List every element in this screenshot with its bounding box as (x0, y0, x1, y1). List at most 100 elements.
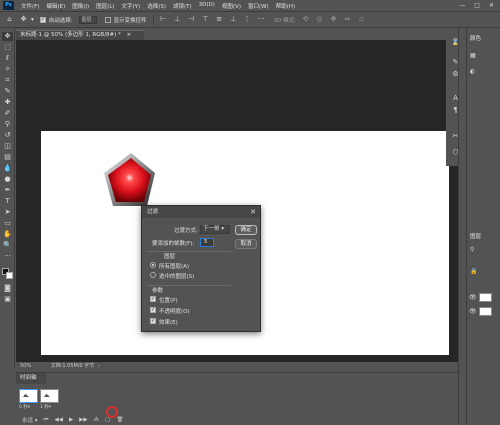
blur-tool-icon[interactable]: 💧 (2, 164, 13, 173)
menu-3d[interactable]: 3D(D) (199, 2, 215, 10)
adjust-icon[interactable]: ◐ (470, 68, 475, 75)
frame-duration[interactable]: 1 秒▾ (40, 404, 59, 410)
prev-frame-icon[interactable]: ◀◀ (54, 417, 62, 423)
next-frame-icon[interactable]: ▶▶ (79, 417, 87, 423)
gradient-tool-icon[interactable]: ▤ (2, 153, 13, 162)
play-icon[interactable]: ▶ (69, 417, 73, 423)
quick-mask-icon[interactable]: ◙ (2, 284, 13, 293)
filter-icon[interactable]: ⚲ (470, 246, 474, 253)
document-title: 未标题-1 @ 50% (多边形 1, RGB/8#) * (20, 32, 121, 38)
menu-layer[interactable]: 图层(L) (96, 2, 114, 10)
more-icon[interactable]: ··· (257, 15, 266, 24)
align-left-icon[interactable]: ⊢ (159, 15, 168, 24)
frame-duration[interactable]: 0 秒▾ (19, 404, 38, 410)
screen-mode-icon[interactable]: ▣ (2, 295, 13, 304)
dropdown-arrow-icon[interactable]: ▾ (31, 17, 34, 23)
lasso-tool-icon[interactable]: ℓ (2, 54, 13, 63)
ok-button[interactable]: 确定 (235, 225, 257, 235)
menu-file[interactable]: 文件(F) (21, 2, 39, 10)
layers-panel-tab[interactable]: 图层 (470, 232, 481, 240)
first-frame-icon[interactable]: ⏮ (44, 417, 49, 424)
cancel-button[interactable]: 取消 (235, 239, 257, 249)
menu-edit[interactable]: 编辑(E) (46, 2, 65, 10)
path-select-icon[interactable]: ➤ (2, 208, 13, 217)
zoom-tool-icon[interactable]: 🔍 (2, 241, 13, 250)
visibility-eye-icon[interactable]: 👁 (469, 294, 477, 301)
menu-help[interactable]: 帮助(H) (276, 2, 295, 10)
duplicate-frame-icon[interactable]: ▢ (105, 417, 110, 423)
params-group-label: 参数 (152, 288, 164, 294)
align-right-icon[interactable]: ⊣ (187, 15, 196, 24)
background-color-swatch[interactable] (6, 272, 13, 279)
more-tools-icon[interactable]: ··· (2, 252, 13, 261)
timeline-tab[interactable]: 时间轴 (16, 373, 46, 384)
swatch-icon[interactable]: ▦ (470, 52, 476, 59)
position-checkbox[interactable] (150, 296, 156, 302)
app-logo: Ps (3, 1, 14, 10)
auto-select-checkbox[interactable] (39, 16, 46, 23)
loop-select[interactable]: 永远 ▾ (22, 416, 38, 424)
zoom-level[interactable]: 50% (20, 363, 31, 369)
info-arrow-icon[interactable]: › (98, 363, 100, 369)
clone-stamp-icon[interactable]: ⚲ (2, 120, 13, 129)
auto-select-label: 自动选择: (48, 17, 73, 24)
selected-layers-radio[interactable] (150, 272, 156, 278)
frames-to-add-input[interactable]: 5 (200, 238, 214, 247)
close-button[interactable]: ✕ (489, 2, 494, 9)
menu-filter[interactable]: 滤镜(T) (173, 2, 192, 10)
home-icon[interactable]: ⌂ (5, 15, 14, 24)
menu-window[interactable]: 窗口(W) (248, 2, 269, 10)
menu-select[interactable]: 选择(S) (147, 2, 166, 10)
menu-type[interactable]: 文字(Y) (122, 2, 141, 10)
magic-wand-icon[interactable]: ✧ (2, 65, 13, 74)
tween-with-dropdown[interactable]: 下一帧 ▾ (200, 225, 230, 234)
layer-thumbnail[interactable] (479, 307, 492, 316)
layer-thumbnail[interactable] (479, 293, 492, 302)
visibility-eye-icon[interactable]: 👁 (469, 308, 477, 315)
eyedropper-icon[interactable]: ✎ (2, 87, 13, 96)
move-tool-icon[interactable]: ✥ (19, 15, 28, 24)
crop-tool-icon[interactable]: ⌗ (2, 76, 13, 85)
dodge-tool-icon[interactable]: ● (2, 175, 13, 184)
close-icon[interactable]: ✕ (250, 206, 256, 218)
color-panel-tab[interactable]: 颜色 (470, 34, 481, 42)
align-top-icon[interactable]: ⊤ (201, 15, 210, 24)
healing-brush-icon[interactable]: ✚ (2, 98, 13, 107)
move-tool-icon[interactable]: ✥ (2, 32, 13, 41)
effects-checkbox[interactable] (150, 318, 156, 324)
align-center-icon[interactable]: ⊥ (173, 15, 182, 24)
timeline-frame-1[interactable]: 0 秒▾ (19, 389, 38, 411)
3d-scale-icon[interactable]: ▫ (357, 15, 366, 24)
auto-select-dropdown[interactable]: 图层 (78, 15, 97, 24)
document-tab[interactable]: 未标题-1 @ 50% (多边形 1, RGB/8#) * × (16, 30, 144, 40)
history-brush-icon[interactable]: ↺ (2, 131, 13, 140)
3d-pan-icon[interactable]: ✥ (329, 15, 338, 24)
close-tab-icon[interactable]: × (127, 32, 132, 38)
minimize-button[interactable]: — (459, 2, 465, 9)
type-tool-icon[interactable]: T (2, 197, 13, 206)
menu-image[interactable]: 图像(I) (72, 2, 89, 10)
all-layers-radio[interactable] (150, 262, 156, 268)
options-bar: ⌂ ✥ ▾ 自动选择: 图层 显示变换控件 ⊢ ⊥ ⊣ ⊤ ≡ ⊥ ⋮ ··· … (0, 11, 500, 28)
pen-tool-icon[interactable]: ✒ (2, 186, 13, 195)
opacity-checkbox[interactable] (150, 307, 156, 313)
marquee-tool-icon[interactable]: ⬚ (2, 43, 13, 52)
tween-with-value: 下一帧 (203, 226, 220, 232)
brush-tool-icon[interactable]: ✐ (2, 109, 13, 118)
show-transform-checkbox[interactable] (104, 16, 111, 23)
align-middle-icon[interactable]: ≡ (215, 15, 224, 24)
maximize-button[interactable]: □ (474, 2, 480, 9)
shape-tool-icon[interactable]: ▭ (2, 219, 13, 228)
hand-tool-icon[interactable]: ✋ (2, 230, 13, 239)
eraser-tool-icon[interactable]: ◫ (2, 142, 13, 151)
delete-frame-icon[interactable]: 🗑 (116, 417, 123, 423)
timeline-frame-2[interactable]: 1 秒▾ (40, 389, 59, 411)
3d-roll-icon[interactable]: ◎ (315, 15, 324, 24)
3d-slide-icon[interactable]: ⇔ (343, 15, 352, 24)
lock-icon[interactable]: 🔒 (470, 268, 477, 275)
menu-view[interactable]: 视图(V) (222, 2, 241, 10)
distribute-icon[interactable]: ⋮ (243, 15, 252, 24)
3d-rotate-icon[interactable]: ⟲ (301, 15, 310, 24)
tween-icon[interactable]: ⁂ (94, 417, 100, 423)
align-bottom-icon[interactable]: ⊥ (229, 15, 238, 24)
